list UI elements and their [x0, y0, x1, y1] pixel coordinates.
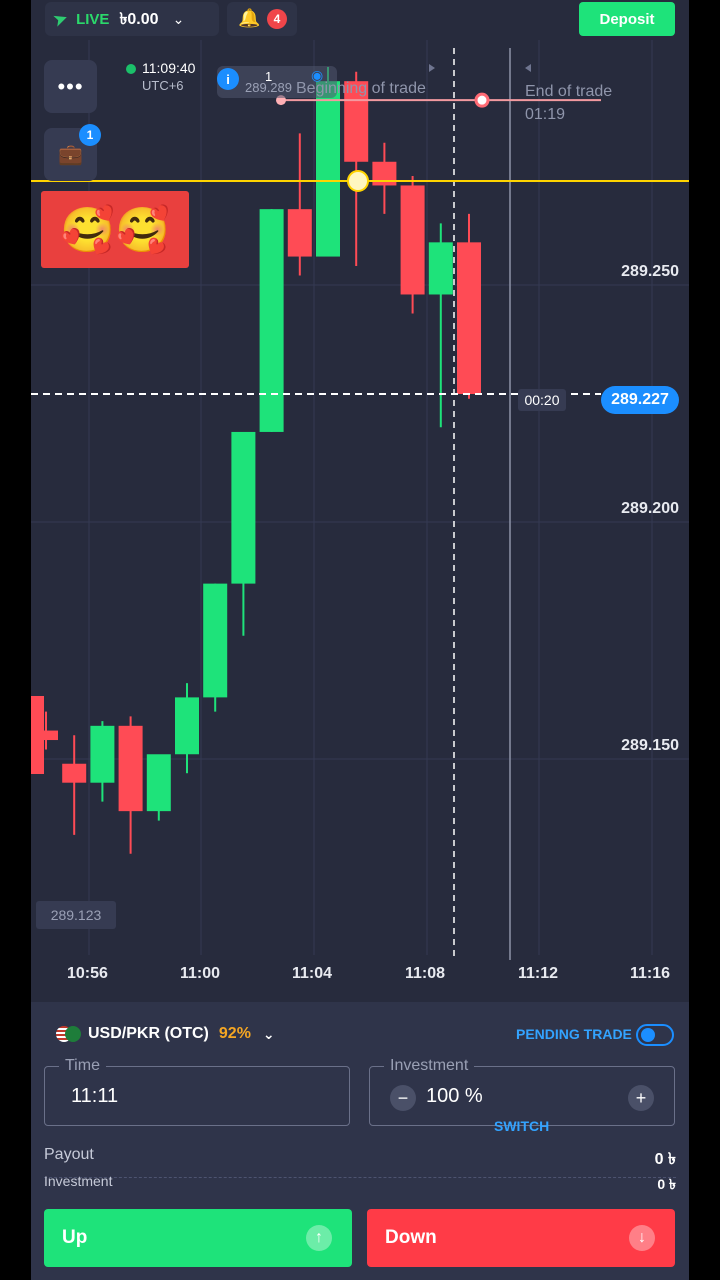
candle-body: [287, 209, 312, 257]
x-tick-label: 11:08: [405, 965, 446, 982]
toggle-knob: [641, 1028, 655, 1042]
beginning-of-trade-label: Beginning of trade: [296, 80, 426, 97]
minus-icon[interactable]: −: [390, 1085, 416, 1111]
end-of-trade-text: End of trade: [525, 83, 613, 100]
y-tick-label: 289.200: [621, 500, 679, 517]
x-tick-label: 11:16: [630, 965, 671, 982]
currency-flags-icon: [56, 1024, 81, 1044]
server-clock: 11:09:40 UTC+6: [126, 60, 195, 94]
end-of-trade-countdown: 01:19: [525, 106, 566, 123]
price-chart[interactable]: [31, 0, 689, 1000]
plus-icon[interactable]: +: [628, 1085, 654, 1111]
candle-body: [90, 725, 115, 783]
deposit-button[interactable]: Deposit: [579, 2, 675, 36]
investment-row-label: Investment: [44, 1173, 113, 1189]
x-tick-label: 11:04: [292, 965, 333, 982]
live-mode-label: LIVE: [76, 10, 110, 28]
candle-body: [31, 696, 44, 774]
switch-button[interactable]: SWITCH: [494, 1118, 549, 1134]
clock-timezone: UTC+6: [142, 78, 184, 93]
candle-body: [428, 242, 453, 295]
candle-body: [231, 431, 256, 584]
time-field-value: 11:11: [71, 1085, 119, 1107]
info-icon[interactable]: i: [217, 68, 239, 90]
balance-value: ৳0.00: [119, 10, 159, 28]
payout-percent: 92%: [218, 1025, 251, 1042]
time-field-label: Time: [59, 1057, 106, 1075]
candle-body: [118, 725, 143, 812]
trade-open-price: 289.289: [245, 80, 292, 95]
more-menu-button[interactable]: •••: [44, 60, 97, 113]
min-price-label: 289.123: [36, 901, 116, 929]
status-dot-icon: [126, 64, 136, 75]
up-button[interactable]: Up ↑: [44, 1209, 352, 1267]
asset-name: USD/PKR (OTC): [88, 1025, 209, 1042]
investment-field-label: Investment: [384, 1057, 475, 1075]
candle-body: [203, 583, 228, 698]
investment-field-value: 100 %: [426, 1085, 483, 1107]
triangle-right-icon: [429, 64, 435, 72]
notifications-button[interactable]: 🔔 4: [227, 2, 297, 36]
arrow-down-icon: ↓: [629, 1225, 655, 1251]
chevron-down-icon: ⌄: [172, 10, 185, 27]
top-bar: ➤ LIVE ৳0.00 ⌄ 🔔 4 Deposit: [31, 0, 689, 38]
candle-body: [316, 81, 340, 257]
level-handle-icon: [347, 170, 369, 192]
candle-body: [259, 209, 284, 432]
clock-time: 11:09:40: [142, 60, 196, 76]
time-field[interactable]: Time 11:11: [44, 1057, 350, 1126]
briefcase-icon: 💼: [58, 144, 83, 166]
candle-body: [62, 763, 87, 783]
chevron-down-icon: ⌄: [262, 1025, 275, 1042]
asset-selector[interactable]: USD/PKR (OTC) 92% ⌄: [56, 1024, 275, 1044]
y-tick-label: 289.250: [621, 263, 679, 280]
payout-value: 0 ৳: [654, 1151, 676, 1168]
investment-row: Investment 0 ৳: [44, 1173, 676, 1197]
notification-badge: 4: [267, 9, 287, 29]
candle-timer: 00:20: [518, 389, 566, 411]
portfolio-badge: 1: [79, 124, 101, 146]
investment-field[interactable]: Investment − 100 % +: [369, 1057, 675, 1126]
x-tick-label: 11:00: [180, 965, 221, 982]
down-button[interactable]: Down ↓: [367, 1209, 675, 1267]
x-tick-label: 11:12: [518, 965, 559, 982]
account-selector[interactable]: ➤ LIVE ৳0.00 ⌄: [45, 2, 219, 36]
candle-body: [400, 185, 425, 295]
down-button-label: Down: [385, 1227, 437, 1248]
triangle-left-icon: [525, 64, 531, 72]
trading-app: ➤ LIVE ৳0.00 ⌄ 🔔 4 Deposit ••• 💼 1 11:09…: [31, 0, 689, 1280]
candle-body: [146, 754, 171, 812]
pending-trade-toggle[interactable]: [636, 1024, 674, 1046]
arrow-up-icon: ↑: [306, 1225, 332, 1251]
candle-body: [175, 697, 199, 755]
chart-area[interactable]: ➤ LIVE ৳0.00 ⌄ 🔔 4 Deposit ••• 💼 1 11:09…: [31, 0, 689, 1000]
trade-marker-icon: [474, 92, 490, 108]
candle-body: [457, 242, 481, 395]
investment-row-value: 0 ৳: [657, 1176, 676, 1192]
current-price-badge: 289.227: [601, 386, 679, 414]
x-tick-label: 10:56: [67, 965, 108, 982]
pending-trade-label: PENDING TRADE: [516, 1026, 632, 1042]
trade-panel: USD/PKR (OTC) 92% ⌄ PENDING TRADE Time 1…: [31, 1002, 689, 1280]
emoji-sticker: 🥰🥰: [41, 191, 189, 268]
y-tick-label: 289.150: [621, 737, 679, 754]
end-of-trade-label: End of trade 01:19: [525, 80, 612, 126]
paper-plane-icon: ➤: [49, 6, 71, 31]
up-button-label: Up: [62, 1227, 88, 1248]
payout-label: Payout: [44, 1146, 94, 1163]
bell-icon: 🔔: [238, 8, 261, 28]
